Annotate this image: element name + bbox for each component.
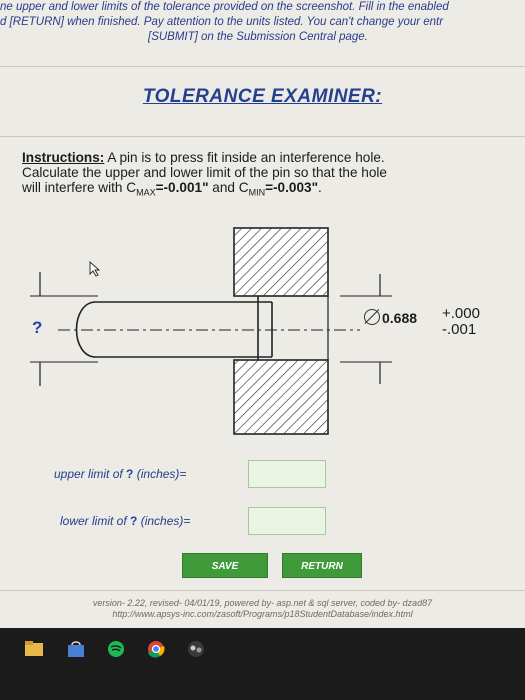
footer: version- 2.22, revised- 04/01/19, powere…	[0, 598, 525, 620]
upper-limit-label: upper limit of ? (inches)=	[54, 467, 186, 481]
units-text: (inches)=	[136, 467, 187, 481]
mouse-cursor-icon	[89, 260, 101, 277]
file-explorer-icon[interactable]	[24, 640, 44, 658]
hole-diameter-value: 0.688	[382, 310, 418, 326]
hole-dimension: 0.688	[364, 309, 417, 326]
unknown-pin-diameter: ?	[32, 318, 43, 337]
cmax-value: =-0.001"	[155, 180, 209, 195]
cmin-subscript: MIN	[248, 187, 266, 198]
store-icon[interactable]	[66, 640, 86, 658]
instructions-label: Instructions:	[22, 150, 105, 165]
tolerance-lower: -.001	[442, 321, 477, 338]
instructions-text: will interfere with C	[22, 180, 137, 195]
divider	[0, 136, 525, 137]
units-text: (inches)=	[140, 514, 191, 528]
divider	[0, 590, 525, 591]
diameter-symbol-icon	[364, 309, 380, 325]
question-mark: ?	[130, 514, 138, 528]
app-window: ne upper and lower limits of the toleran…	[0, 0, 525, 628]
divider	[0, 66, 525, 67]
upper-limit-text: upper limit of	[54, 467, 123, 481]
header-note-line1: ne upper and lower limits of the toleran…	[0, 1, 449, 13]
instructions: Instructions: A pin is to press fit insi…	[22, 150, 492, 201]
footer-version: version- 2.22, revised- 04/01/19, powere…	[92, 598, 433, 608]
lower-limit-text: lower limit of	[60, 514, 127, 528]
lower-limit-input[interactable]	[248, 507, 326, 535]
return-button[interactable]: RETURN	[282, 553, 362, 578]
spotify-icon[interactable]	[106, 640, 126, 658]
lower-limit-label: lower limit of ? (inches)=	[60, 514, 190, 528]
cmin-value: =-0.003"	[265, 180, 319, 195]
instructions-text: A pin is to press fit inside an interfer…	[104, 150, 385, 165]
gallery-icon[interactable]	[186, 640, 206, 658]
footer-url[interactable]: http://www.apsys-inc.com/zasoft/Programs…	[0, 609, 525, 620]
save-button[interactable]: SAVE	[182, 553, 268, 578]
cmax-subscript: MAX	[136, 187, 156, 198]
hole-tolerance: +.000 -.001	[442, 306, 480, 338]
header-note-line2: d [RETURN] when finished. Pay attention …	[0, 16, 444, 28]
instructions-end: .	[318, 180, 322, 195]
tolerance-upper: +.000	[442, 305, 480, 322]
taskbar	[0, 628, 525, 700]
upper-limit-input[interactable]	[248, 460, 326, 488]
instructions-text: and C	[208, 180, 249, 195]
page-title: TOLERANCE EXAMINER:	[142, 86, 383, 107]
chrome-icon[interactable]	[146, 640, 166, 658]
header-note-line3: [SUBMIT] on the Submission Central page.	[148, 31, 368, 43]
question-mark: ?	[126, 467, 134, 481]
header-note: ne upper and lower limits of the toleran…	[0, 0, 525, 45]
instructions-line2: Calculate the upper and lower limit of t…	[22, 165, 387, 180]
